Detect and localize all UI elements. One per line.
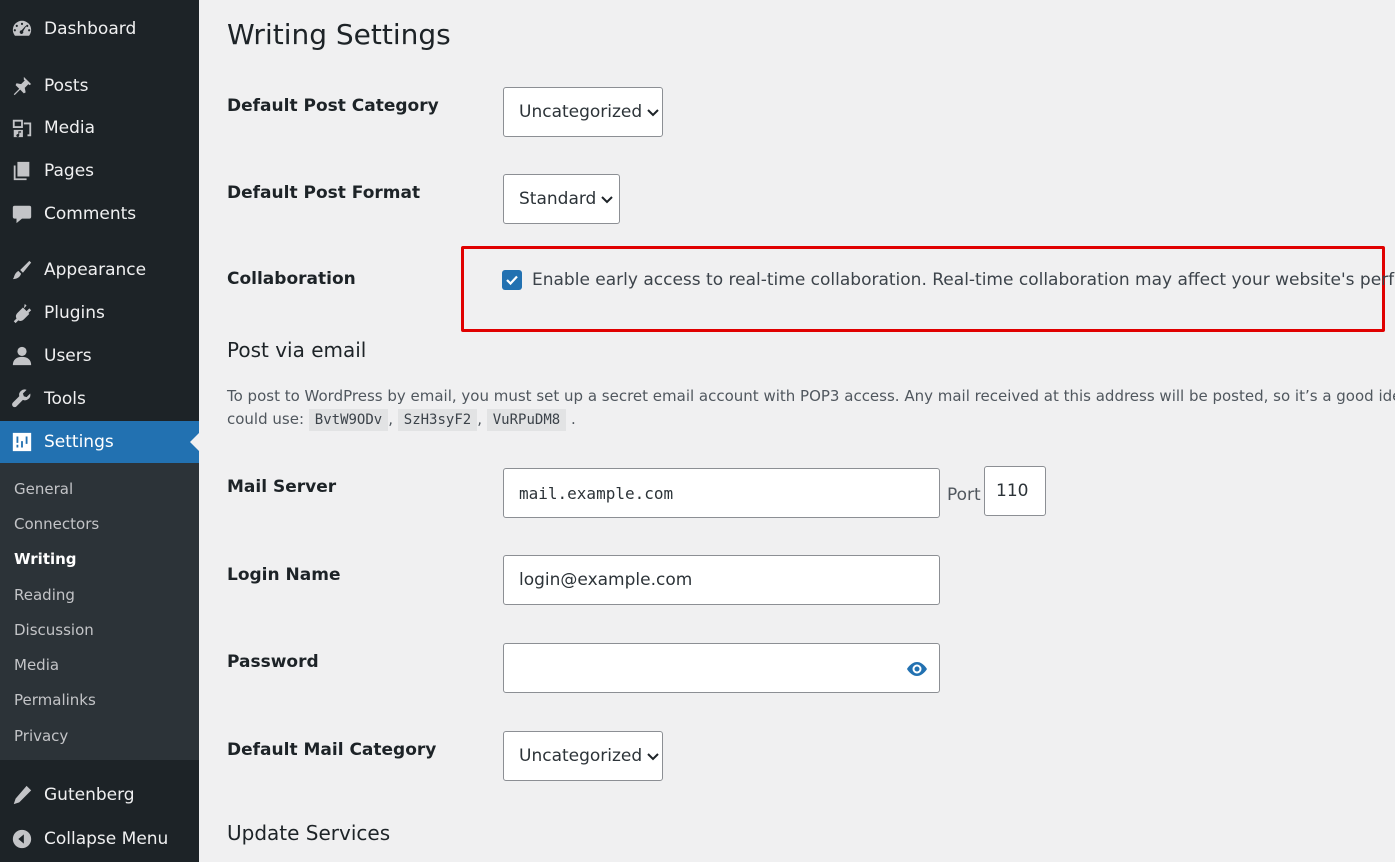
collapse-menu-button[interactable]: Collapse Menu	[0, 819, 199, 859]
sidebar-item-label: Plugins	[44, 303, 105, 323]
brush-icon	[10, 258, 34, 282]
collaboration-label: Collaboration	[227, 269, 356, 289]
port-label: Port	[947, 485, 981, 505]
sidebar-item-plugins[interactable]: Plugins	[0, 293, 199, 333]
select-value: Uncategorized	[519, 746, 643, 766]
pencil-icon	[10, 783, 34, 807]
default-post-category-select[interactable]: Uncategorized	[503, 87, 663, 137]
default-post-category-label: Default Post Category	[227, 96, 439, 116]
chevron-down-icon	[600, 192, 614, 206]
default-mail-category-select[interactable]: Uncategorized	[503, 731, 663, 781]
submenu-item-discussion[interactable]: Discussion	[14, 621, 94, 639]
submenu-item-general[interactable]: General	[14, 480, 73, 498]
random-string-code: VuRPuDM8	[486, 409, 567, 431]
sidebar-item-posts[interactable]: Posts	[0, 66, 199, 106]
submenu-item-writing[interactable]: Writing	[14, 550, 77, 568]
settings-submenu: General Connectors Writing Reading Discu…	[0, 463, 199, 760]
post-via-email-description: To post to WordPress by email, you must …	[227, 387, 1395, 405]
select-value: Uncategorized	[519, 102, 643, 122]
random-string-code: BvtW9ODv	[308, 409, 389, 431]
default-post-format-label: Default Post Format	[227, 183, 421, 203]
sidebar-item-comments[interactable]: Comments	[0, 194, 199, 234]
chevron-down-icon	[646, 749, 660, 763]
submenu-item-permalinks[interactable]: Permalinks	[14, 691, 96, 709]
mail-server-input[interactable]: mail.example.com	[503, 468, 940, 518]
password-label: Password	[227, 652, 319, 672]
port-input[interactable]: 110	[984, 466, 1046, 516]
sidebar-item-label: Media	[44, 118, 96, 138]
wrench-icon	[10, 387, 34, 411]
page-title: Writing Settings	[227, 18, 451, 51]
chevron-down-icon	[646, 105, 660, 119]
codes-prefix: could use:	[227, 410, 304, 428]
login-name-input[interactable]: login@example.com	[503, 555, 940, 605]
pages-icon	[10, 159, 34, 183]
collaboration-checkbox[interactable]	[502, 270, 522, 290]
dashboard-icon	[10, 17, 34, 41]
sidebar-item-tools[interactable]: Tools	[0, 379, 199, 419]
default-post-format-select[interactable]: Standard	[503, 174, 620, 224]
submenu-item-privacy[interactable]: Privacy	[14, 727, 68, 745]
pin-icon	[10, 74, 34, 98]
user-icon	[10, 344, 34, 368]
update-services-heading: Update Services	[227, 821, 391, 845]
submenu-item-reading[interactable]: Reading	[14, 586, 75, 604]
post-via-email-heading: Post via email	[227, 338, 367, 362]
password-input[interactable]	[503, 643, 940, 693]
sliders-icon	[10, 430, 34, 454]
collapse-icon	[10, 827, 34, 851]
collaboration-checkbox-label[interactable]: Enable early access to real-time collabo…	[532, 270, 1395, 290]
sidebar-item-appearance[interactable]: Appearance	[0, 250, 199, 290]
sidebar-item-label: Pages	[44, 161, 95, 181]
select-value: Standard	[519, 189, 597, 209]
login-name-label: Login Name	[227, 565, 341, 585]
sidebar-item-settings[interactable]: Settings	[0, 421, 199, 463]
sidebar-item-users[interactable]: Users	[0, 336, 199, 376]
sidebar-item-label: Users	[44, 346, 92, 366]
sidebar-item-label: Comments	[44, 204, 137, 224]
checkmark-icon	[506, 275, 518, 286]
main-content: Writing Settings Default Post Category U…	[199, 0, 1395, 862]
submenu-item-connectors[interactable]: Connectors	[14, 515, 99, 533]
sidebar-item-pages[interactable]: Pages	[0, 151, 199, 191]
sidebar-item-label: Appearance	[44, 260, 147, 280]
sidebar-item-gutenberg[interactable]: Gutenberg	[0, 775, 199, 815]
sidebar-item-label: Collapse Menu	[44, 829, 169, 849]
submenu-item-media[interactable]: Media	[14, 656, 59, 674]
plug-icon	[10, 301, 34, 325]
sidebar-item-label: Dashboard	[44, 19, 137, 39]
sidebar-item-label: Posts	[44, 76, 89, 96]
sidebar-item-media[interactable]: Media	[0, 108, 199, 148]
sidebar-item-label: Tools	[44, 389, 86, 409]
sidebar-item-label: Settings	[44, 432, 114, 452]
media-icon	[10, 116, 34, 140]
post-via-email-codes-line: could use: BvtW9ODv, SzH3syF2, VuRPuDM8 …	[227, 407, 576, 432]
sidebar-item-label: Gutenberg	[44, 785, 135, 805]
default-mail-category-label: Default Mail Category	[227, 740, 437, 760]
sidebar-item-dashboard[interactable]: Dashboard	[0, 9, 199, 49]
show-password-eye-icon[interactable]	[905, 657, 929, 681]
admin-sidebar: Dashboard Posts Media Pages Comments App…	[0, 0, 199, 862]
random-string-code: SzH3syF2	[397, 409, 478, 431]
comment-icon	[10, 202, 34, 226]
mail-server-label: Mail Server	[227, 477, 337, 497]
